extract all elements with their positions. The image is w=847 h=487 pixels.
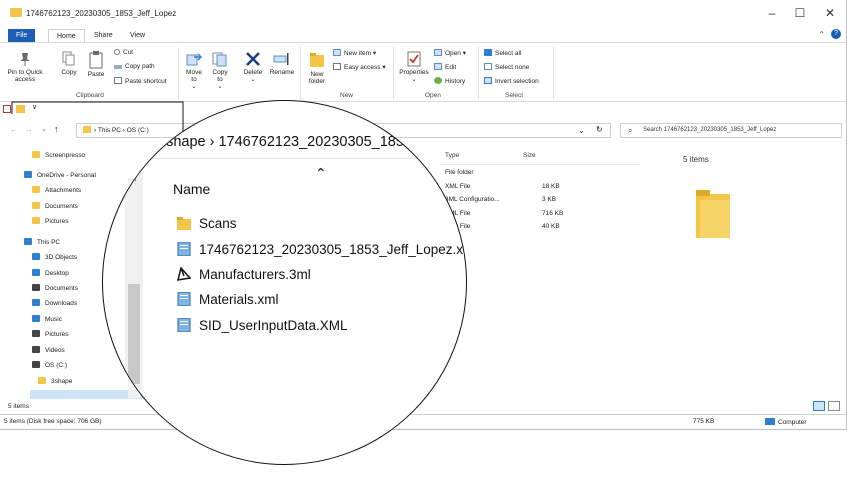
scroll-up-icon: ⌃ <box>129 177 139 189</box>
magnified-address: › 3shape › 1746762123_20230305_185 <box>148 134 404 150</box>
file-name: Scans <box>199 216 237 231</box>
file-name: SID_UserInputData.XML <box>199 318 348 333</box>
file-row[interactable]: Manufacturers.3ml <box>177 267 311 282</box>
file-row[interactable]: SID_UserInputData.XML <box>177 318 348 333</box>
magnified-column-name: Name <box>173 181 211 197</box>
magnified-scrollbar-thumb <box>128 284 140 384</box>
file-name: Manufacturers.3ml <box>199 267 311 282</box>
3ml-file-icon <box>177 267 199 282</box>
file-name: 1746762123_20230305_1853_Jeff_Lopez.x <box>199 242 464 257</box>
file-row[interactable]: Scans <box>177 216 237 231</box>
magnifier-divider <box>103 158 466 159</box>
file-row[interactable]: Materials.xml <box>177 292 279 307</box>
folder-icon <box>177 216 199 231</box>
magnifier-callout: › 3shape › 1746762123_20230305_185 ⌃ ⌃ Na… <box>102 100 467 465</box>
xml-file-icon <box>177 242 199 257</box>
xml-file-icon <box>177 292 199 307</box>
sort-chevron-icon: ⌃ <box>315 165 327 181</box>
xml-file-icon <box>177 318 199 333</box>
file-name: Materials.xml <box>199 292 279 307</box>
file-row[interactable]: 1746762123_20230305_1853_Jeff_Lopez.x <box>177 242 463 257</box>
chevron-right-icon: › <box>148 135 152 149</box>
